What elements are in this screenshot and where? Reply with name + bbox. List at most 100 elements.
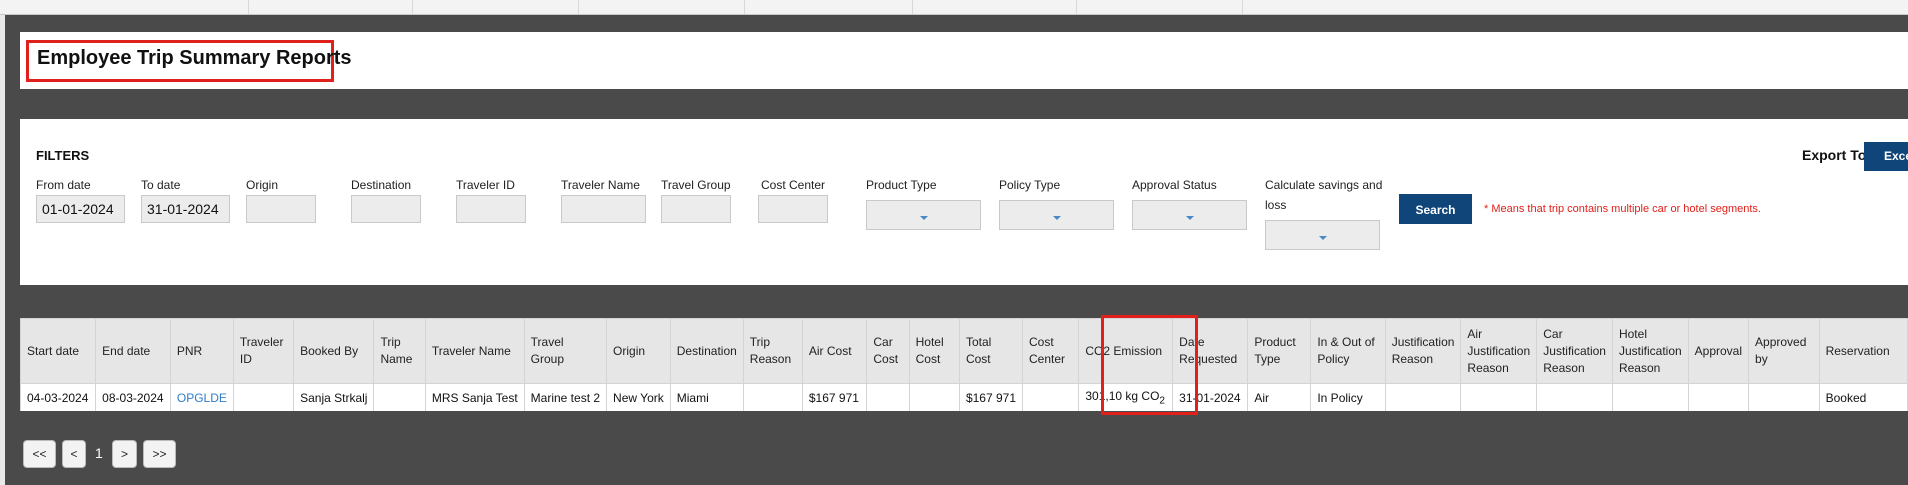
column-header[interactable]: Origin [606, 318, 671, 384]
cell-approved-by [1748, 383, 1820, 411]
column-header[interactable]: Justification Reason [1384, 318, 1462, 384]
from-date-label: From date [36, 178, 91, 192]
cell-traveler-id [232, 383, 295, 411]
column-header[interactable]: Trip Reason [742, 318, 803, 384]
cell-policy: In Policy [1310, 383, 1386, 411]
cell-air-cost: $167 971 [801, 383, 868, 411]
approval-status-label: Approval Status [1132, 178, 1217, 192]
toolbar-divider [412, 0, 413, 14]
cell-trip-reason [742, 383, 803, 411]
column-header[interactable]: Destination [669, 318, 744, 384]
top-toolbar [0, 0, 1908, 15]
column-header[interactable]: Booked By [293, 318, 375, 384]
results-table-container: Start date End date PNR Traveler ID Book… [20, 318, 1908, 411]
prev-page-button[interactable]: < [62, 440, 86, 468]
cell-air-justification [1460, 383, 1538, 411]
origin-label: Origin [246, 178, 279, 192]
column-header[interactable]: Car Justification Reason [1536, 318, 1613, 384]
to-date-input[interactable] [141, 195, 230, 223]
multi-segment-note: * Means that trip contains multiple car … [1484, 203, 1761, 215]
column-header[interactable]: Start date [20, 318, 97, 384]
cell-destination: Miami [669, 383, 744, 411]
column-header[interactable]: Traveler ID [232, 318, 295, 384]
product-type-select[interactable] [866, 200, 981, 230]
approval-status-select[interactable] [1132, 200, 1247, 230]
cell-product-type: Air [1247, 383, 1312, 411]
page-title: Employee Trip Summary Reports [37, 47, 352, 69]
destination-input[interactable] [351, 195, 421, 223]
policy-type-select[interactable] [999, 200, 1114, 230]
export-label: Export To [1802, 147, 1867, 163]
column-header[interactable]: Car Cost [866, 318, 910, 384]
traveler-name-input[interactable] [561, 195, 646, 223]
column-header[interactable]: Traveler Name [424, 318, 525, 384]
cell-hotel-justification [1611, 383, 1689, 411]
chevron-down-icon [1185, 216, 1194, 220]
cost-center-label: Cost Center [761, 178, 826, 192]
current-page: 1 [95, 445, 103, 461]
column-header[interactable]: Cost Center [1022, 318, 1080, 384]
calculate-savings-select[interactable] [1265, 220, 1380, 250]
chevron-down-icon [1052, 216, 1061, 220]
left-edge [0, 15, 5, 485]
first-page-button[interactable]: << [23, 440, 56, 468]
destination-label: Destination [351, 178, 412, 192]
traveler-id-label: Traveler ID [456, 178, 515, 192]
search-button[interactable]: Search [1399, 194, 1472, 224]
policy-type-label: Policy Type [999, 178, 1061, 192]
cell-end-date: 08-03-2024 [95, 383, 171, 411]
cell-hotel-cost [908, 383, 960, 411]
cell-booked-by: Sanja Strkalj [293, 383, 375, 411]
column-header[interactable]: End date [95, 318, 171, 384]
cell-traveler-name: MRS Sanja Test [424, 383, 525, 411]
traveler-name-label: Traveler Name [561, 178, 640, 192]
column-header[interactable]: Total Cost [958, 318, 1024, 384]
traveler-id-input[interactable] [456, 195, 526, 223]
cell-start-date: 04-03-2024 [20, 383, 97, 411]
toolbar-divider [1242, 0, 1243, 14]
cell-origin: New York [606, 383, 671, 411]
table-header-row: Start date End date PNR Traveler ID Book… [20, 318, 1908, 384]
column-header[interactable]: Travel Group [523, 318, 608, 384]
column-header[interactable]: In & Out of Policy [1310, 318, 1386, 384]
to-date-label: To date [141, 178, 181, 192]
product-type-label: Product Type [866, 178, 937, 192]
toolbar-divider [1076, 0, 1077, 14]
cell-car-justification [1536, 383, 1613, 411]
trip-summary-table: Start date End date PNR Traveler ID Book… [20, 318, 1908, 411]
column-header[interactable]: Trip Name [373, 318, 426, 384]
column-header[interactable]: Reservation [1818, 318, 1908, 384]
savings-label: Calculate savings and [1265, 178, 1383, 192]
column-header[interactable]: Air Justification Reason [1460, 318, 1538, 384]
export-excel-button[interactable]: Excel [1864, 142, 1908, 171]
chevron-down-icon [919, 216, 928, 220]
savings-label-cont: loss [1265, 198, 1287, 212]
last-page-button[interactable]: >> [143, 440, 176, 468]
cell-car-cost [866, 383, 910, 411]
column-header[interactable]: Air Cost [801, 318, 868, 384]
column-header[interactable]: Product Type [1247, 318, 1312, 384]
table-row[interactable]: 04-03-2024 08-03-2024 OPGLDE Sanja Strka… [20, 383, 1908, 411]
chevron-down-icon [1318, 236, 1327, 240]
column-header[interactable]: PNR [169, 318, 234, 384]
filters-heading: FILTERS [36, 148, 90, 163]
cell-cost-center [1022, 383, 1080, 411]
column-header[interactable]: Hotel Cost [908, 318, 960, 384]
next-page-button[interactable]: > [112, 440, 137, 468]
cell-trip-name [373, 383, 426, 411]
from-date-input[interactable] [36, 195, 125, 223]
cell-justification [1384, 383, 1462, 411]
cell-reservation: Booked [1818, 383, 1908, 411]
column-header[interactable]: Hotel Justification Reason [1611, 318, 1689, 384]
cell-approval [1687, 383, 1750, 411]
travel-group-label: Travel Group [661, 178, 731, 192]
travel-group-input[interactable] [661, 195, 731, 223]
cost-center-input[interactable] [758, 195, 828, 223]
column-header[interactable]: Approval [1687, 318, 1750, 384]
column-header[interactable]: Approved by [1748, 318, 1820, 384]
co2-column-highlight [1101, 315, 1198, 415]
toolbar-divider [578, 0, 579, 14]
origin-input[interactable] [246, 195, 316, 223]
pnr-link[interactable]: OPGLDE [169, 383, 234, 411]
toolbar-divider [744, 0, 745, 14]
